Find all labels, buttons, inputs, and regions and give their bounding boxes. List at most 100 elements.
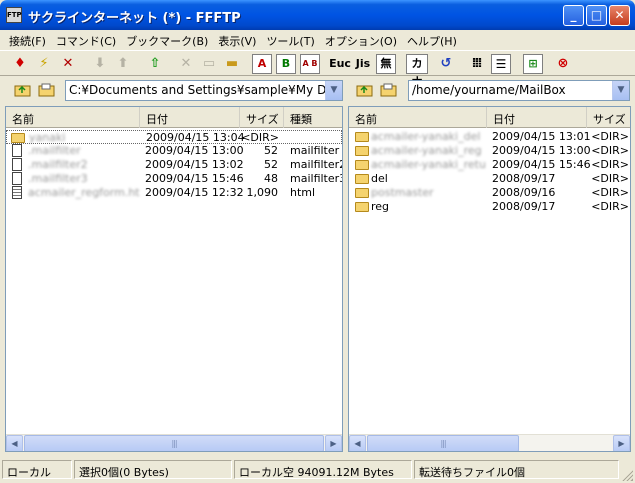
file-icon	[12, 144, 22, 157]
table-row[interactable]: .mailfilter3 2009/04/15 15:46 48 mailfilter…	[6, 172, 342, 186]
delete-icon[interactable]: ✕	[176, 54, 196, 74]
file-date: 2009/04/15 15:46	[145, 172, 244, 185]
local-open-folder-icon[interactable]	[38, 82, 56, 98]
remote-path-combo[interactable]: /home/yourname/MailBox ▼	[408, 80, 630, 101]
auto-mode-button[interactable]: A B	[300, 54, 320, 74]
parent-up-icon[interactable]: ⇧	[145, 54, 165, 74]
file-date: 2009/04/15 13:01	[492, 130, 591, 143]
close-button[interactable]: ✕	[609, 5, 630, 26]
scroll-thumb[interactable]: |||	[24, 435, 324, 451]
remote-up-folder-icon[interactable]	[356, 82, 374, 98]
table-row[interactable]: reg 2008/09/17 <DIR>	[349, 200, 630, 214]
file-icon	[12, 158, 22, 171]
table-row[interactable]: acmailer-yanaki_reg 2009/04/15 13:00 <DIR>	[349, 144, 630, 158]
file-type: mailfilter3	[290, 172, 343, 185]
euc-button[interactable]: Euc	[328, 54, 352, 74]
no-kanji-button[interactable]: 無	[376, 54, 396, 74]
file-icon	[12, 172, 22, 185]
file-name: postmaster	[371, 186, 434, 199]
local-horizontal-scrollbar[interactable]: ◀ ||| ▶	[6, 434, 342, 451]
plug-icon[interactable]: ♦	[10, 54, 30, 74]
local-file-list[interactable]: 名前 日付 サイズ 種類 yanaki 2009/04/15 13:04 <DIR>…	[5, 106, 343, 452]
title-bar[interactable]: FTP サクラインターネット (*) - FFFTP _ □ ✕	[0, 0, 635, 30]
file-name: yanaki	[29, 131, 66, 144]
disconnect-icon[interactable]: ✕	[58, 54, 78, 74]
menu-item-1[interactable]: コマンド(C)	[51, 30, 121, 49]
scroll-left-icon[interactable]: ◀	[349, 435, 366, 451]
binary-mode-button[interactable]: B	[276, 54, 296, 74]
detail-view-icon[interactable]: ☰	[491, 54, 511, 74]
window-title: サクラインターネット (*) - FFFTP	[28, 11, 241, 26]
folder-icon	[11, 133, 25, 143]
table-row[interactable]: acmailer-yanaki_return 2009/04/15 15:46 <D…	[349, 158, 630, 172]
file-name: reg	[371, 200, 390, 213]
menu-item-2[interactable]: ブックマーク(B)	[121, 30, 213, 49]
local-path-bar: C:¥Documents and Settings¥sample¥My Docu…	[0, 79, 345, 103]
table-row[interactable]: .mailfilter 2009/04/15 13:00 52 mailfilter	[6, 144, 342, 158]
minimize-button[interactable]: _	[563, 5, 584, 26]
file-date: 2009/04/15 13:00	[492, 144, 591, 157]
local-col-date[interactable]: 日付	[140, 107, 240, 128]
resize-grip[interactable]	[621, 469, 633, 481]
app-icon[interactable]: FTP	[6, 7, 22, 23]
file-name: acmailer-yanaki_del	[371, 130, 481, 143]
remote-col-date[interactable]: 日付	[487, 107, 587, 128]
menu-item-6[interactable]: ヘルプ(H)	[402, 30, 462, 49]
rename-icon[interactable]: ▭	[199, 54, 219, 74]
remote-open-folder-icon[interactable]	[380, 82, 398, 98]
sync-folder-icon[interactable]: ⊞	[523, 54, 543, 74]
remote-path-bar: /home/yourname/MailBox ▼	[348, 79, 635, 103]
table-row[interactable]: postmaster 2008/09/16 <DIR>	[349, 186, 630, 200]
file-name: .mailfilter	[28, 144, 81, 157]
remote-path-text: /home/yourname/MailBox	[412, 83, 566, 97]
table-row[interactable]: acmailer_regform.html 2009/04/15 12:321,0…	[6, 186, 342, 200]
lightning-icon[interactable]: ⚡	[34, 54, 54, 74]
local-col-name[interactable]: 名前	[6, 107, 140, 128]
maximize-button[interactable]: □	[586, 5, 607, 26]
table-row[interactable]: del 2008/09/17 <DIR>	[349, 172, 630, 186]
menu-item-3[interactable]: 表示(V)	[213, 30, 261, 49]
file-size: <DIR>	[241, 131, 279, 144]
remote-file-list[interactable]: 名前 日付 サイズ acmailer-yanaki_del 2009/04/15 …	[348, 106, 631, 452]
folder-icon	[355, 132, 369, 142]
jis-button[interactable]: Jis	[352, 54, 374, 74]
file-name: acmailer_regform.html	[28, 186, 140, 199]
menu-item-5[interactable]: オプション(O)	[320, 30, 402, 49]
file-size: 52	[264, 158, 278, 171]
table-row[interactable]: yanaki 2009/04/15 13:04 <DIR>	[6, 130, 342, 144]
file-type: mailfilter	[290, 144, 340, 157]
scroll-right-icon[interactable]: ▶	[325, 435, 342, 451]
local-up-folder-icon[interactable]	[14, 82, 32, 98]
new-folder-icon[interactable]: ▬	[222, 54, 242, 74]
menu-bar: 接続(F) コマンド(C) ブックマーク(B) 表示(V) ツール(T) オプション(O)…	[0, 30, 635, 49]
file-date: 2009/04/15 12:32	[145, 186, 244, 199]
stop-icon[interactable]: ⊗	[553, 54, 573, 74]
file-size: <DIR>	[591, 200, 629, 213]
scroll-left-icon[interactable]: ◀	[6, 435, 23, 451]
download-icon[interactable]: ⬇	[90, 54, 110, 74]
table-row[interactable]: .mailfilter2 2009/04/15 13:02 52 mailfilter…	[6, 158, 342, 172]
scroll-thumb[interactable]: |||	[367, 435, 519, 451]
remote-col-size[interactable]: サイズ	[587, 107, 630, 128]
remote-horizontal-scrollbar[interactable]: ◀ ||| ▶	[349, 434, 630, 451]
chevron-down-icon[interactable]: ▼	[612, 81, 629, 100]
menu-item-0[interactable]: 接続(F)	[4, 30, 51, 49]
refresh-icon[interactable]: ↺	[436, 54, 456, 74]
ascii-mode-button[interactable]: A	[252, 54, 272, 74]
table-row[interactable]: acmailer-yanaki_del 2009/04/15 13:01 <DIR>	[349, 130, 630, 144]
upload-icon[interactable]: ⬆	[113, 54, 133, 74]
scroll-right-icon[interactable]: ▶	[613, 435, 630, 451]
file-date: 2009/04/15 15:46	[492, 158, 591, 171]
remote-col-name[interactable]: 名前	[349, 107, 487, 128]
chevron-down-icon[interactable]: ▼	[325, 81, 342, 100]
menu-item-4[interactable]: ツール(T)	[261, 30, 319, 49]
local-col-type[interactable]: 種類	[284, 107, 342, 128]
file-name: acmailer-yanaki_return	[371, 158, 487, 171]
local-path-combo[interactable]: C:¥Documents and Settings¥sample¥My Docu…	[65, 80, 343, 101]
file-type: html	[290, 186, 316, 199]
remote-list-header: 名前 日付 サイズ	[349, 107, 630, 128]
status-selection: 選択0個(0 Bytes)	[74, 460, 232, 479]
local-col-size[interactable]: サイズ	[240, 107, 284, 128]
kana-button[interactable]: カナ	[406, 54, 428, 88]
list-view-icon[interactable]: ⁞⁞⁞	[466, 54, 486, 74]
